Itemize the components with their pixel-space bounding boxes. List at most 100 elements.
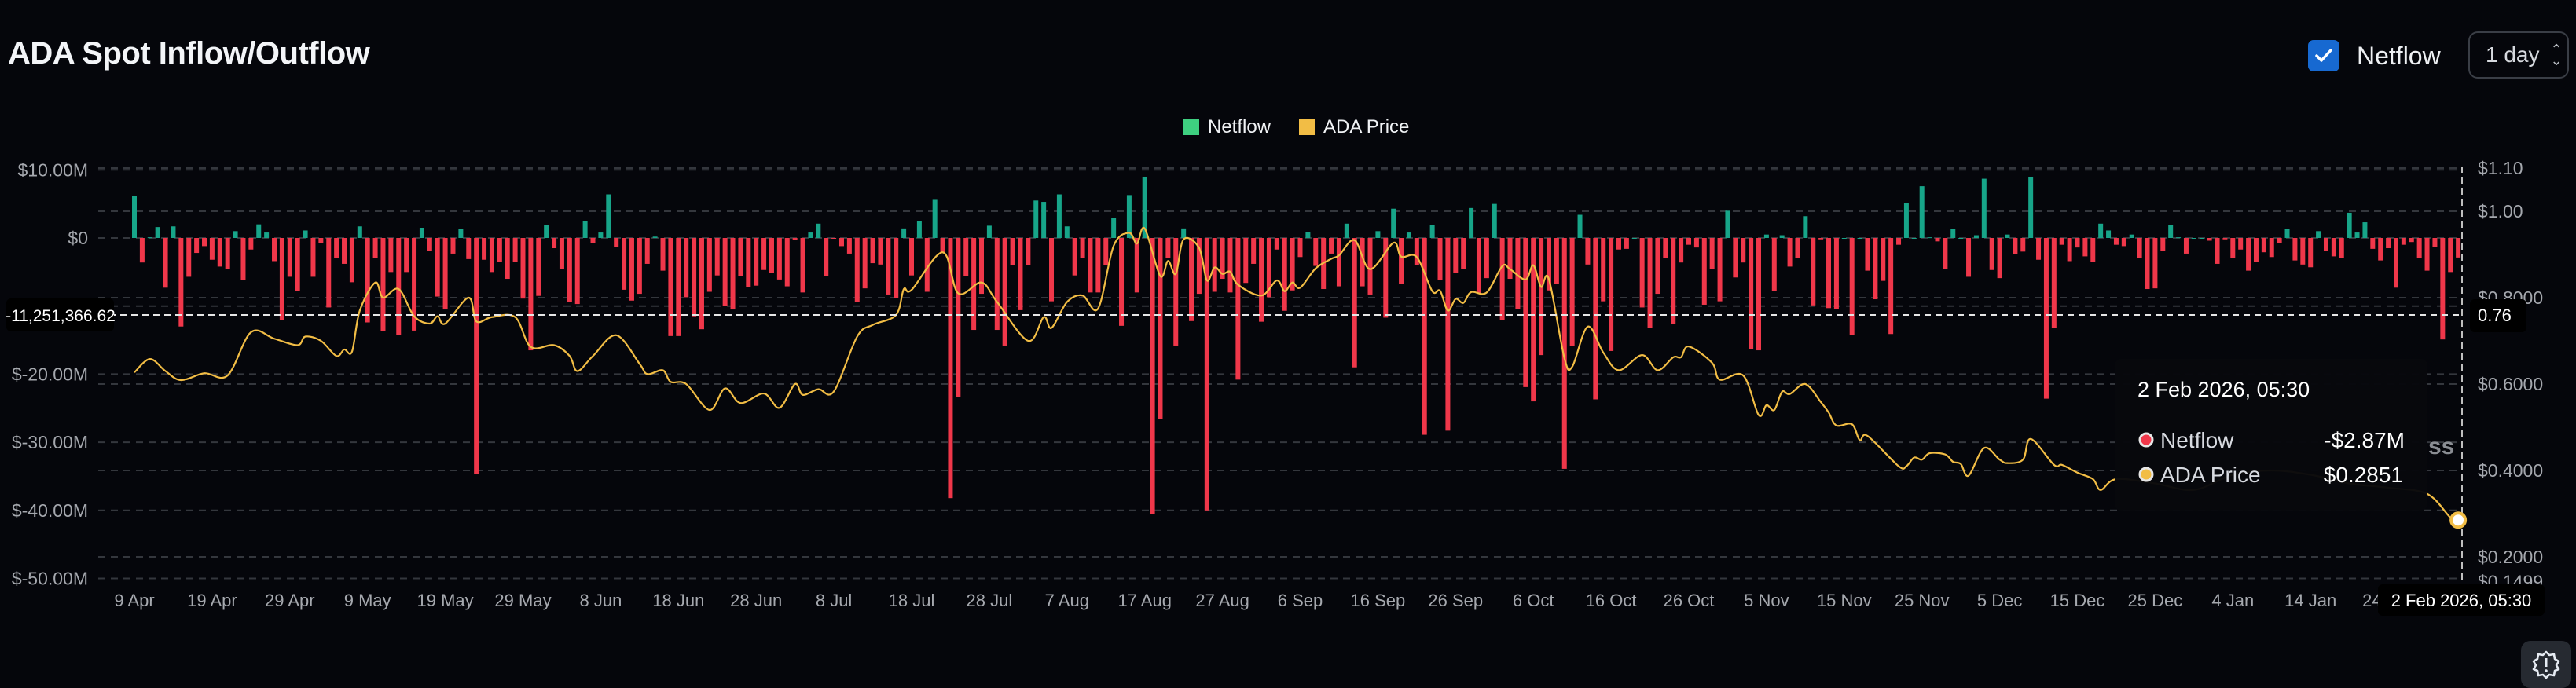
netflow-bar: [427, 238, 432, 251]
x-tick-label: 25 Dec: [2128, 591, 2183, 610]
netflow-bar: [644, 238, 650, 264]
netflow-bar: [1437, 238, 1443, 280]
netflow-price-chart[interactable]: $10.00M $0 $-20.00M $-30.00M $-40.00M $-50.00…: [0, 0, 2576, 683]
netflow-bar: [684, 238, 689, 298]
price-hover-marker: [2449, 511, 2468, 529]
netflow-bar: [1041, 202, 1047, 238]
x-tick-label: 14 Jan: [2284, 591, 2336, 610]
netflow-bar: [512, 238, 518, 262]
netflow-bar: [714, 238, 720, 276]
x-tick-label: 29 May: [494, 591, 551, 610]
netflow-bar: [1950, 229, 1956, 238]
netflow-bar: [574, 238, 580, 305]
netflow-bar: [1725, 210, 1730, 238]
netflow-bar: [862, 238, 868, 289]
netflow-bar: [2261, 238, 2266, 253]
netflow-bar: [1818, 238, 1824, 240]
netflow-bar: [1833, 238, 1839, 309]
netflow-bar: [171, 226, 176, 238]
netflow-bar: [1919, 186, 1925, 238]
netflow-bar: [388, 238, 394, 273]
netflow-bar: [1881, 238, 1886, 281]
netflow-bar: [497, 238, 502, 262]
netflow-bar: [1569, 238, 1575, 346]
netflow-bar: [1631, 238, 1637, 239]
netflow-bar: [1709, 238, 1715, 269]
netflow-bar: [1499, 238, 1505, 320]
x-tick-label: 29 Apr: [265, 591, 315, 610]
settings-button[interactable]: [2521, 641, 2571, 688]
netflow-bar: [279, 238, 284, 320]
netflow-bar: [139, 238, 145, 263]
tooltip-title: 2 Feb 2026, 05:30: [2137, 378, 2310, 401]
netflow-bar: [567, 238, 572, 302]
x-tick-label: 17 Aug: [1117, 591, 1172, 610]
netflow-bar: [2199, 238, 2204, 239]
netflow-bar: [2129, 234, 2134, 238]
netflow-bar: [994, 238, 1000, 331]
netflow-bar: [916, 221, 922, 238]
x-tick-label: 9 May: [344, 591, 391, 610]
netflow-bar: [2378, 238, 2383, 261]
netflow-bar: [2121, 238, 2126, 247]
netflow-bar: [1966, 238, 1972, 277]
netflow-bar: [2432, 238, 2438, 247]
netflow-bar: [505, 238, 510, 280]
x-tick-label: 18 Jul: [889, 591, 935, 610]
netflow-bar: [1577, 214, 1583, 238]
x-tick-label: 25 Nov: [1895, 591, 1950, 610]
netflow-bar: [2300, 238, 2306, 265]
tooltip-price-value: $0.2851: [2324, 463, 2403, 487]
y-right-tick-label: $1.00: [2478, 201, 2523, 221]
netflow-bar: [1313, 238, 1319, 266]
netflow-bar: [474, 238, 479, 474]
netflow-bar: [986, 225, 992, 238]
netflow-bar: [1088, 238, 1093, 293]
netflow-bar: [202, 238, 207, 247]
x-tick-label: 19 May: [417, 591, 474, 610]
netflow-bar: [326, 238, 332, 308]
y-right-tick-label: $0.4000: [2478, 460, 2543, 481]
netflow-bar: [1756, 238, 1762, 351]
netflow-bar: [1958, 238, 1964, 239]
netflow-bar: [2222, 238, 2228, 240]
netflow-bar: [754, 238, 759, 286]
netflow-bar: [1274, 238, 1279, 250]
netflow-bar: [1811, 238, 1816, 306]
netflow-bar: [692, 238, 697, 317]
netflow-bar: [1111, 218, 1117, 238]
tooltip-netflow-dot-icon: [2138, 432, 2154, 448]
netflow-bar: [2043, 238, 2049, 399]
netflow-bar: [2075, 238, 2080, 248]
netflow-bar: [2051, 238, 2057, 328]
y-left-tick-label: $-30.00M: [12, 432, 88, 452]
netflow-bar: [1585, 238, 1591, 265]
netflow-bar: [1763, 234, 1769, 238]
netflow-bar: [544, 225, 549, 238]
netflow-bar: [1406, 232, 1411, 238]
netflow-bar: [1134, 238, 1139, 293]
netflow-bar: [147, 237, 152, 239]
netflow-bar: [1026, 238, 1031, 265]
netflow-bar: [2176, 237, 2182, 239]
netflow-bar: [372, 238, 378, 258]
x-tick-label: 9 Apr: [114, 591, 154, 610]
netflow-bar: [264, 232, 270, 238]
netflow-bar: [2339, 238, 2344, 259]
netflow-bar: [730, 238, 736, 310]
netflow-bar: [622, 238, 627, 290]
netflow-bar: [2098, 223, 2104, 238]
netflow-bar: [1072, 238, 1077, 276]
netflow-bar: [1973, 235, 1979, 238]
tooltip: 2 Feb 2026, 05:30 Netflow -$2.87M ADA Pr…: [2115, 359, 2427, 511]
netflow-bar: [520, 238, 526, 299]
netflow-bar: [1492, 203, 1497, 238]
netflow-bar: [854, 238, 860, 302]
x-tick-label: 5 Dec: [1977, 591, 2022, 610]
netflow-bar: [1049, 238, 1055, 302]
y-left-tick-label: $-40.00M: [12, 500, 88, 521]
netflow-bar: [1329, 238, 1334, 254]
y-right-tick-label: $0.6000: [2478, 374, 2543, 394]
netflow-bar: [1352, 238, 1357, 368]
netflow-bar: [2277, 238, 2282, 243]
